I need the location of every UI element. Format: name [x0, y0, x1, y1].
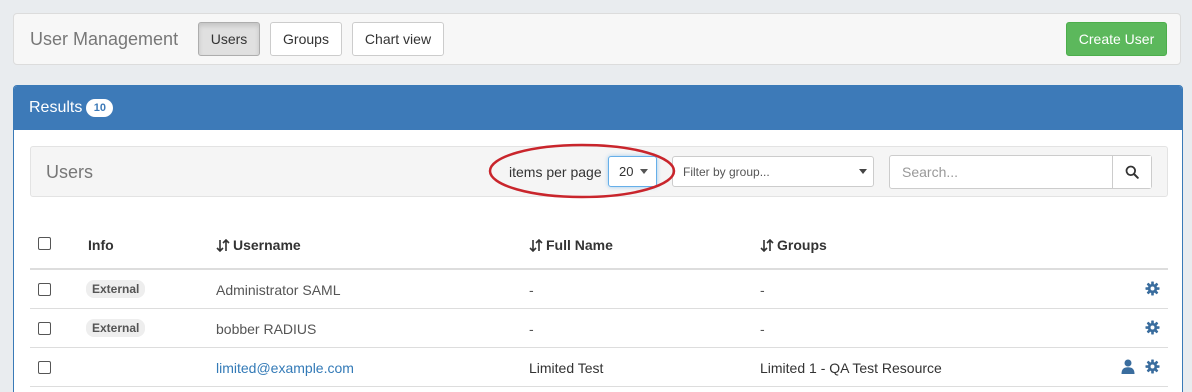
select-all-checkbox[interactable]: [38, 237, 51, 250]
groups-cell: -: [760, 282, 765, 298]
column-username[interactable]: Username: [216, 237, 301, 253]
table-header: Info Username Full Name Groups: [30, 221, 1168, 270]
caret-down-icon: [859, 169, 867, 174]
group-filter-placeholder: Filter by group...: [683, 165, 770, 179]
search-button[interactable]: [1112, 156, 1151, 188]
gear-icon[interactable]: [1145, 359, 1160, 374]
row-checkbox[interactable]: [38, 283, 51, 296]
table-row[interactable]: External bobber RADIUS - -: [30, 309, 1168, 348]
results-heading: Results 10: [14, 86, 1182, 130]
sort-icon: [760, 238, 774, 252]
row-checkbox[interactable]: [38, 361, 51, 374]
create-user-button[interactable]: Create User: [1066, 22, 1167, 56]
app-title: User Management: [30, 29, 179, 49]
external-badge: External: [86, 280, 146, 298]
tab-users[interactable]: Users: [198, 22, 260, 56]
full-name-cell: Limited Test: [529, 360, 604, 376]
group-filter-select[interactable]: Filter by group...: [672, 156, 874, 187]
username-link[interactable]: limited@example.com: [216, 360, 354, 376]
column-groups[interactable]: Groups: [760, 237, 827, 253]
table-row[interactable]: External Administrator SAML - -: [30, 270, 1168, 309]
groups-cell: Limited 1 - QA Test Resource: [760, 360, 942, 376]
sort-icon: [216, 238, 230, 252]
column-info: Info: [88, 237, 114, 253]
sort-icon: [529, 238, 543, 252]
caret-down-icon: [640, 169, 648, 174]
users-section-title: Users: [46, 162, 94, 182]
search-group: [889, 155, 1152, 189]
items-per-page-value: 20: [619, 164, 634, 179]
results-title: Results: [29, 99, 83, 116]
full-name-cell: -: [529, 321, 534, 337]
tab-groups[interactable]: Groups: [270, 22, 342, 56]
column-full-name[interactable]: Full Name: [529, 237, 613, 253]
items-per-page-label: items per page: [509, 164, 602, 180]
gear-icon[interactable]: [1145, 281, 1160, 296]
column-full-name-label: Full Name: [546, 237, 613, 253]
search-input[interactable]: [890, 156, 1113, 188]
tab-chart-view[interactable]: Chart view: [352, 22, 444, 56]
username-cell: Administrator SAML: [216, 282, 341, 298]
top-navbar: User Management Users Groups Chart view …: [13, 13, 1181, 65]
search-icon: [1125, 165, 1139, 179]
items-per-page-select[interactable]: 20: [608, 156, 657, 187]
results-count-badge: 10: [86, 99, 114, 117]
column-groups-label: Groups: [777, 237, 827, 253]
users-toolbar: Users items per page 20 Filter by group.…: [30, 146, 1168, 197]
table-row[interactable]: limited@example.com Limited Test Limited…: [30, 348, 1168, 387]
username-cell: bobber RADIUS: [216, 321, 317, 337]
external-badge: External: [86, 319, 146, 337]
column-username-label: Username: [233, 237, 301, 253]
groups-cell: -: [760, 321, 765, 337]
user-icon[interactable]: [1121, 359, 1135, 374]
full-name-cell: -: [529, 282, 534, 298]
results-panel: Results 10 Users items per page 20 Filte…: [13, 85, 1183, 392]
gear-icon[interactable]: [1145, 320, 1160, 335]
row-checkbox[interactable]: [38, 322, 51, 335]
